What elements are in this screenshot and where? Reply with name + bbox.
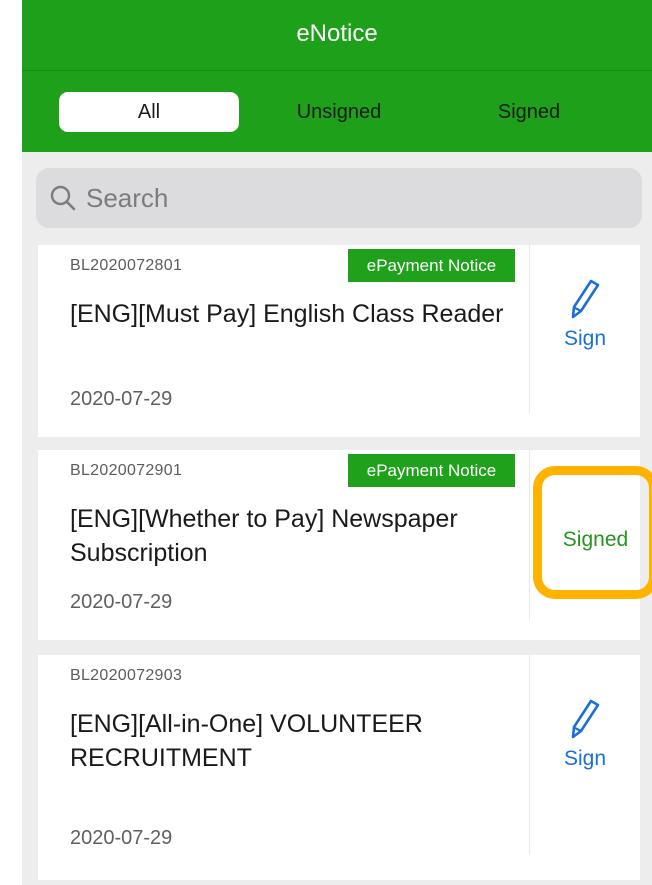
pencil-icon: [571, 699, 600, 739]
search-icon: [50, 185, 76, 211]
pencil-icon: [571, 279, 600, 319]
notice-ref: BL2020072801: [70, 257, 183, 274]
signed-status-label: Signed: [562, 528, 629, 551]
header-divider: [22, 70, 652, 71]
tab-unsigned[interactable]: Unsigned: [249, 92, 429, 132]
epayment-badge: ePayment Notice: [348, 454, 515, 487]
notice-date: 2020-07-29: [70, 388, 173, 410]
notice-card[interactable]: BL2020072901 ePayment Notice [ENG][Wheth…: [38, 450, 652, 640]
notice-title: [ENG][All-in-One] VOLUNTEER RECRUITMENT: [70, 710, 423, 772]
tab-signed[interactable]: Signed: [439, 92, 619, 132]
notice-ref: BL2020072901: [70, 462, 183, 479]
app-header: eNotice All Unsigned Signed: [22, 0, 652, 152]
notice-title: [ENG][Must Pay] English Class Reader: [70, 300, 504, 328]
notice-date: 2020-07-29: [70, 591, 173, 613]
notice-card[interactable]: BL2020072903 [ENG][All-in-One] VOLUNTEER…: [38, 655, 640, 880]
enotice-screen: eNotice All Unsigned Signed BL2020072801…: [22, 0, 652, 885]
search-bar[interactable]: [36, 168, 642, 228]
notice-date: 2020-07-29: [70, 827, 173, 849]
signed-status-highlight: Signed: [533, 466, 652, 599]
sign-label: Sign: [563, 327, 607, 350]
search-input[interactable]: [86, 168, 626, 228]
notice-ref: BL2020072903: [70, 667, 183, 684]
epayment-badge: ePayment Notice: [348, 249, 515, 282]
sign-label: Sign: [563, 747, 607, 770]
page-title: eNotice: [296, 20, 378, 47]
tab-all[interactable]: All: [59, 92, 239, 132]
notice-title: [ENG][Whether to Pay] Newspaper Subscrip…: [70, 505, 458, 567]
action-divider: [529, 450, 530, 620]
notice-card[interactable]: BL2020072801 ePayment Notice [ENG][Must …: [38, 245, 640, 437]
